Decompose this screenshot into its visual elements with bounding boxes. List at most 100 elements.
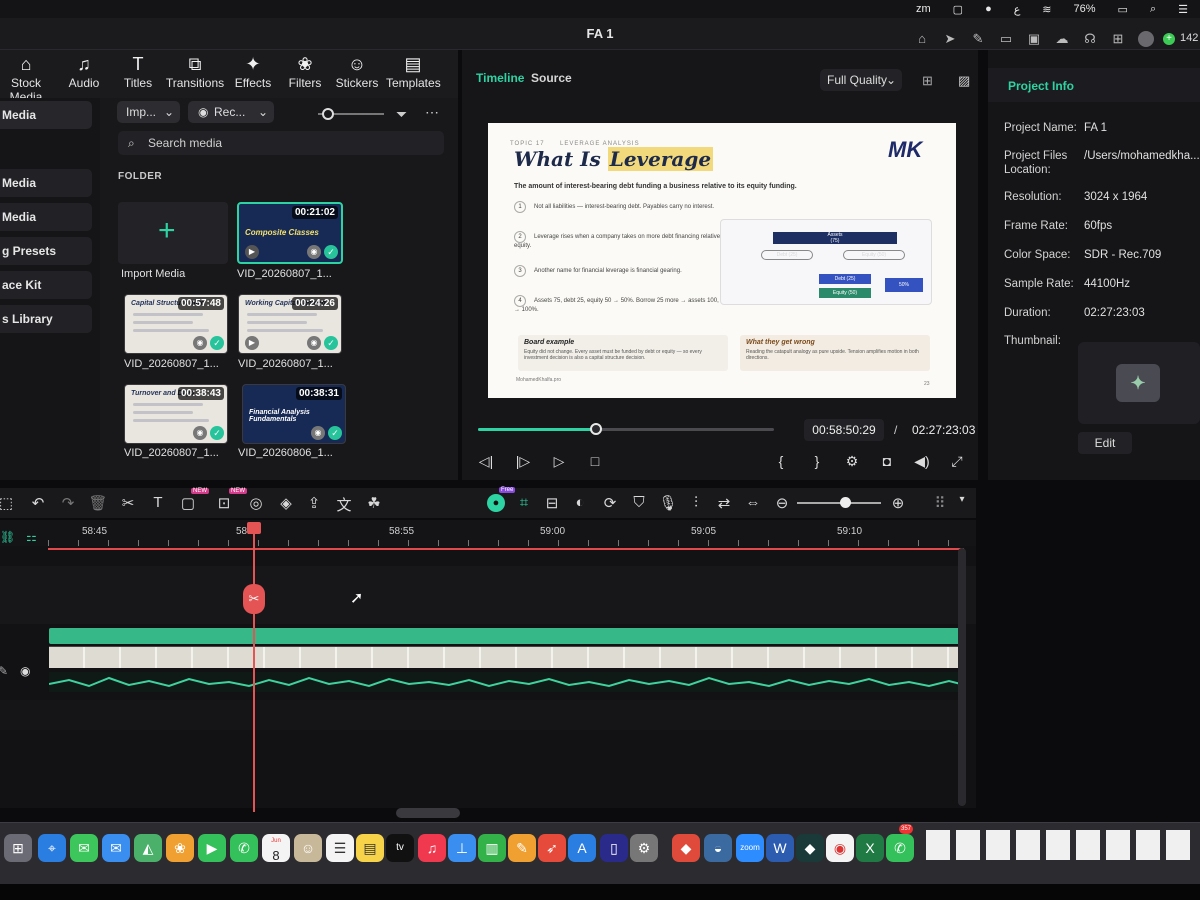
previous-frame-icon[interactable]: ◁| (477, 453, 495, 470)
spotlight-icon[interactable]: ⌕ (1150, 3, 1156, 16)
tool-stock-media[interactable]: ⌂ Stock Media (0, 52, 58, 104)
app-store-icon[interactable]: A (568, 834, 596, 862)
sidebar-item-cloud-media[interactable]: Media (0, 203, 92, 231)
empty-track[interactable] (0, 566, 976, 624)
scissors-icon[interactable]: ✂ (243, 584, 265, 614)
launchpad-icon[interactable]: ⊞ (4, 834, 32, 862)
audio-track[interactable] (0, 700, 960, 730)
select-tool-icon[interactable]: ⬚ (0, 494, 16, 512)
video-clip-header[interactable] (49, 628, 961, 644)
preview-app-icon[interactable]: ▯ (600, 834, 628, 862)
ai-assistant-icon[interactable]: ● (487, 494, 505, 512)
quality-dropdown[interactable]: Full Quality ⌄ (820, 69, 902, 91)
speed-icon[interactable]: ⟳ (600, 494, 620, 512)
sidebar-item-global-media[interactable]: Media (0, 169, 92, 197)
fit-icon[interactable]: ⇔ (743, 494, 763, 511)
tool-templates[interactable]: ▤ Templates (386, 52, 441, 90)
split-icon[interactable]: ✂ (118, 494, 138, 512)
mask-icon[interactable]: ⛉ (629, 494, 649, 511)
media-clip[interactable]: Financial Analysis Fundamentals 00:38:31… (242, 384, 346, 444)
facetime-icon[interactable]: ▶ (198, 834, 226, 862)
delete-icon[interactable]: 🗑 (88, 494, 108, 512)
dock-recent-windows[interactable] (926, 830, 1196, 860)
more-icon[interactable]: ⋯ (425, 104, 439, 121)
excel-icon[interactable]: X (856, 834, 884, 862)
media-clip[interactable]: Turnover and Days 00:38:43 ◉ ✓ (124, 384, 228, 444)
feedback-icon[interactable]: ✎ (970, 31, 986, 47)
search-input[interactable]: ⌕ Search media (118, 131, 444, 155)
battery-icon[interactable]: ▭ (1118, 3, 1128, 16)
word-icon[interactable]: W (766, 834, 794, 862)
reminders-icon[interactable]: ☰ (326, 834, 354, 862)
add-credits-icon[interactable]: + (1163, 33, 1175, 45)
save-icon[interactable]: ▣ (1026, 31, 1042, 47)
calendar-icon[interactable]: Jun 8 (262, 834, 290, 863)
avatar[interactable] (1138, 31, 1154, 47)
eye-icon[interactable]: ◉ (20, 664, 30, 678)
timeline-horizontal-scrollbar[interactable] (396, 808, 460, 818)
maps-icon[interactable]: ◭ (134, 834, 162, 862)
tool-filters[interactable]: ❀ Filters (285, 52, 325, 90)
media-clip[interactable]: Capital Structure Intro 00:57:48 ◉ ✓ (124, 294, 228, 354)
track-edit-icon[interactable]: ✎ (0, 664, 8, 678)
volume-icon[interactable]: ◀) (913, 453, 931, 470)
notes-icon[interactable]: ▤ (356, 834, 384, 862)
zoom-in-icon[interactable]: ⊕ (888, 494, 908, 512)
support-icon[interactable]: ☊ (1082, 31, 1098, 47)
wifi-icon[interactable]: ≋ (1042, 3, 1051, 16)
zoom-slider-knob[interactable] (840, 497, 851, 508)
apple-tv-icon[interactable]: tv (386, 834, 414, 862)
media-clip[interactable]: Working Capital Defined 00:24:26 ▶ ◉ ✓ (238, 294, 342, 354)
filter-icon[interactable]: ⏷ (396, 106, 407, 123)
keyframe-icon[interactable]: ◐ (570, 494, 590, 511)
record-dropdown[interactable]: ◉ Rec... ⌄ (188, 101, 274, 123)
palette-icon[interactable]: ☘ (364, 494, 384, 512)
current-time[interactable]: 00:58:50:29 (804, 419, 884, 441)
ai-tool-icon[interactable]: ◎ (246, 494, 266, 512)
sidebar-item-project-media[interactable]: Media (0, 101, 92, 129)
window-icon[interactable]: ▢ (953, 3, 963, 16)
timeline-zoom-slider[interactable] (797, 502, 881, 504)
control-center-icon[interactable]: ☰ (1178, 3, 1188, 16)
numbers-icon[interactable]: ▥ (478, 834, 506, 862)
user-icon[interactable]: ● (985, 3, 992, 15)
undo-icon[interactable]: ↶ (28, 494, 48, 512)
timeline-vertical-scrollbar[interactable] (958, 548, 966, 806)
phone-icon[interactable]: ✆ (230, 834, 258, 862)
sidebar-item-library[interactable]: s Library (0, 305, 92, 333)
image-icon[interactable]: ▨ (958, 73, 970, 89)
tool-audio[interactable]: ♫ Audio (64, 52, 104, 90)
filmora-icon[interactable]: ◆ (796, 834, 824, 862)
video-clip-thumbnails[interactable] (49, 646, 961, 668)
slider-knob[interactable] (322, 108, 334, 120)
tab-timeline[interactable]: Timeline (476, 71, 524, 85)
photos-icon[interactable]: ❀ (166, 834, 194, 862)
microphone-icon[interactable]: 🎙 (658, 494, 678, 512)
redo-icon[interactable]: ↷ (58, 494, 78, 512)
mark-out-icon[interactable]: } (808, 453, 826, 469)
link-icon[interactable]: ⛓ (0, 530, 15, 544)
replace-icon[interactable]: ⇄ (714, 494, 734, 512)
import-dropdown[interactable]: Imp... ⌄ (117, 101, 180, 123)
zoom-menu-icon[interactable]: zm (916, 3, 931, 15)
messages-icon[interactable]: ✉ (70, 834, 98, 862)
tab-source[interactable]: Source (531, 71, 572, 85)
cloud-icon[interactable]: ☁ (1054, 31, 1070, 47)
next-frame-icon[interactable]: |▷ (514, 453, 532, 470)
track-settings-icon[interactable]: ⚏ (26, 530, 37, 544)
mark-in-icon[interactable]: { (772, 453, 790, 469)
marker-icon[interactable]: ⊟ (542, 494, 562, 512)
project-thumbnail[interactable]: ✦ (1078, 342, 1200, 424)
layout-grid-icon[interactable]: ⠿ (930, 494, 950, 512)
play-icon[interactable]: ▷ (550, 453, 568, 470)
stop-icon[interactable]: □ (586, 453, 604, 469)
gift-icon[interactable]: ⌂ (914, 31, 930, 47)
mail-icon[interactable]: ✉ (102, 834, 130, 862)
sidebar-item-brand-kit[interactable]: ace Kit (0, 271, 92, 299)
safari-icon[interactable]: ⌖ (38, 834, 66, 862)
fullscreen-icon[interactable]: ⤢ (948, 453, 966, 470)
snap-icon[interactable]: ⌗ (514, 494, 534, 511)
language-icon[interactable]: ع (1014, 3, 1021, 16)
whatsapp-icon[interactable]: ✆ (886, 834, 914, 862)
audio-mixer-icon[interactable]: ⫶ (686, 494, 706, 511)
